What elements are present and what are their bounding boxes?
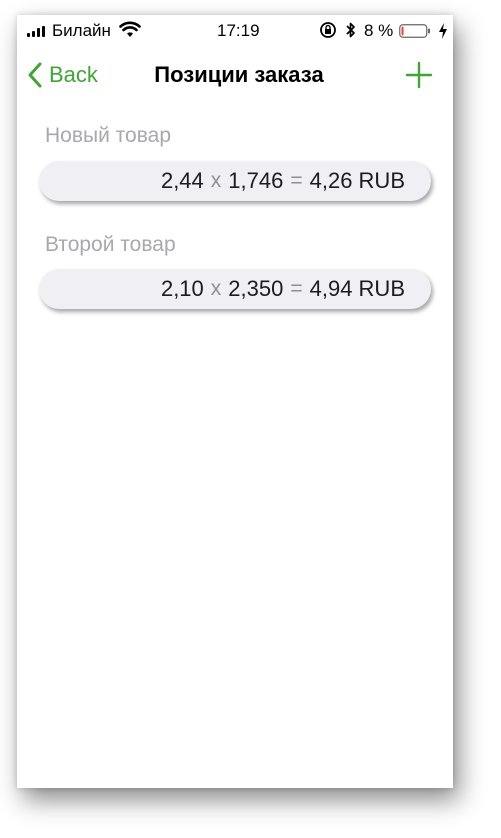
wifi-icon (119, 21, 141, 37)
order-item-row[interactable]: 2,10 x 2,350 = 4,94 RUB (39, 269, 431, 309)
multiply-sign: x (210, 277, 222, 300)
rotation-lock-icon (320, 22, 336, 38)
carrier-name: Билайн (52, 21, 111, 40)
item-name-label: Новый товар (45, 124, 171, 147)
bluetooth-icon (346, 22, 355, 38)
clock: 17:19 (217, 21, 260, 40)
add-icon[interactable] (405, 61, 433, 89)
item-name-label: Второй товар (45, 233, 176, 256)
status-bar: Билайн 17:19 8 % (17, 15, 453, 47)
item-price: 2,44 (160, 168, 204, 193)
equals-sign: = (290, 169, 303, 192)
item-total: 4,26 RUB (309, 168, 405, 193)
page-title: Позиции заказа (154, 62, 324, 87)
multiply-sign: x (210, 169, 222, 192)
item-price: 2,10 (160, 276, 204, 301)
item-quantity: 1,746 (228, 168, 284, 193)
item-total: 4,94 RUB (309, 276, 405, 301)
battery-icon (399, 24, 430, 38)
battery-percent: 8 % (364, 21, 394, 40)
phone-screen: Билайн 17:19 8 % Back Позиции заказа Нов… (17, 15, 453, 788)
charging-bolt-icon (439, 23, 447, 39)
order-item-row[interactable]: 2,44 x 1,746 = 4,26 RUB (39, 161, 431, 201)
equals-sign: = (290, 277, 303, 300)
item-quantity: 2,350 (228, 276, 284, 301)
navigation-bar: Back Позиции заказа (17, 47, 453, 102)
